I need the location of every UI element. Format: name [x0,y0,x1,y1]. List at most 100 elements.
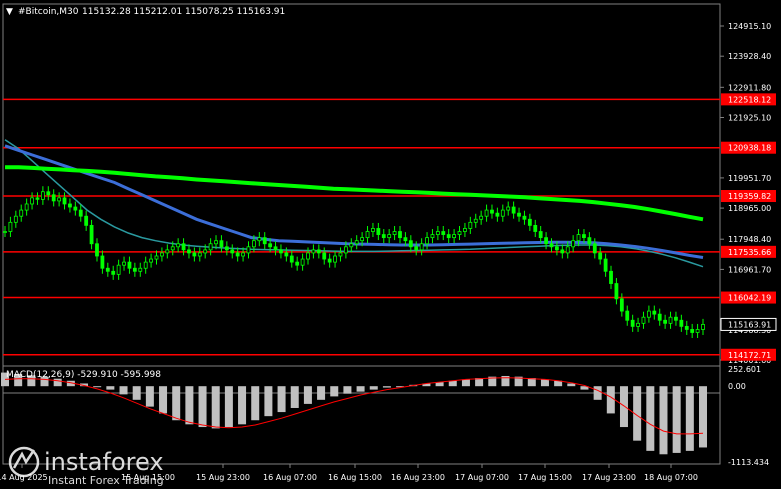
candle-body [582,234,586,239]
macd-label: MACD(12,26,9) -529.910 -595.998 [6,370,161,380]
candle-body [463,228,467,232]
price-tick-label: 117948.40 [728,235,771,244]
macd-histogram-bar [369,386,378,390]
price-chart[interactable]: 124915.10 123928.40 122911.80 121925.10 1199… [0,0,781,489]
candle-body [57,197,62,202]
candle-body [8,221,13,232]
candle-body [132,267,137,272]
macd-histogram-bar [343,386,352,394]
macd-histogram-bar [317,386,326,400]
ma-slow-line [5,165,704,222]
candle-body [587,237,592,245]
logo-swoosh-icon [12,449,36,469]
macd-histogram-bar [172,386,181,421]
macd-histogram-bar [211,386,220,429]
candle-body [311,249,316,254]
candle-body [257,237,262,242]
logo-tagline: Instant Forex Trading [48,474,164,487]
macd-histogram-bar [303,386,312,404]
price-tick-label: 121925.10 [728,114,771,123]
candle-body [246,246,251,254]
candle-body [300,258,305,266]
macd-histogram-bar [290,386,299,408]
macd-histogram-bar [238,386,247,425]
candle-body [322,252,327,260]
macd-histogram-bar [198,386,207,428]
header-ohlc: 115132.28 115212.01 115078.25 115163.91 [82,7,285,17]
price-tick-label: 116961.70 [728,265,771,274]
candle-body [13,215,18,223]
candle-body [419,243,424,251]
candle-body [408,240,413,248]
level-label: 117535.66 [728,248,771,257]
candle-body [392,231,397,235]
candle-body [549,243,554,248]
macd-histogram-bar [699,386,707,448]
price-tick-label: 118965.00 [728,204,771,213]
candle-body [398,231,402,239]
candle-body [316,249,321,254]
candle-body [560,249,565,254]
candle-body [176,243,181,248]
candle-body [333,255,337,263]
moving-averages [4,139,704,268]
candle-body [484,209,489,217]
candle-body [219,240,224,248]
candle-body [149,258,153,263]
macd-histogram-bar [145,386,154,407]
candle-body [284,252,289,257]
candle-body [89,224,94,245]
macd-histogram-bar [619,386,628,428]
macd-histogram-bar [540,379,549,387]
candle-body [387,234,392,239]
candle-body [343,246,348,254]
macd-tick-label: -1113.434 [728,458,769,467]
candle-body [365,231,370,239]
time-tick-label: 15 Aug 23:00 [196,473,250,482]
time-tick-label: 16 Aug 23:00 [391,473,445,482]
candle-body [3,231,7,233]
candle-body [138,267,143,272]
macd-tick-label: 0.00 [728,382,746,391]
candle-body [73,206,78,211]
header-symbol: #Bitcoin,M30 [18,7,79,17]
candle-body [371,228,375,232]
price-tick-label: 124915.10 [728,22,771,31]
candle-body [224,246,229,251]
current-price-label: 115163.91 [728,320,771,329]
candle-body [160,252,164,257]
candle-body [425,237,429,245]
candle-body [576,234,581,242]
candle-body [143,261,148,269]
macd-histogram-bar [672,386,681,453]
time-tick-label: 16 Aug 15:00 [328,473,382,482]
candle-body [230,249,235,254]
candle-body [636,322,640,327]
price-tick-label: 122911.80 [728,83,771,92]
time-tick-label: 16 Aug 07:00 [263,473,317,482]
candle-body [609,270,613,284]
macd-histogram-bar [659,386,668,455]
macd-tick-label: 252.601 [728,365,761,374]
candle-body [289,255,294,263]
candle-body [376,228,381,235]
candle-body [122,261,126,266]
candle-body [630,319,635,327]
candle-body [646,310,651,318]
macd-histogram-bar [251,386,260,421]
candle-body [657,313,662,321]
logo-brand: instaforex [44,448,164,476]
candle-body [527,218,532,226]
candle-body [544,237,548,245]
candle-body [78,209,83,217]
candle-body [430,234,435,239]
candle-body [170,246,175,251]
candle-body [679,319,684,327]
candle-body [51,194,56,202]
header-dropdown-icon[interactable]: ▼ [6,7,13,17]
candle-body [111,270,116,275]
candle-body [652,310,657,315]
candle-body [641,316,646,324]
candle-body [235,252,240,257]
candle-body [30,197,34,205]
